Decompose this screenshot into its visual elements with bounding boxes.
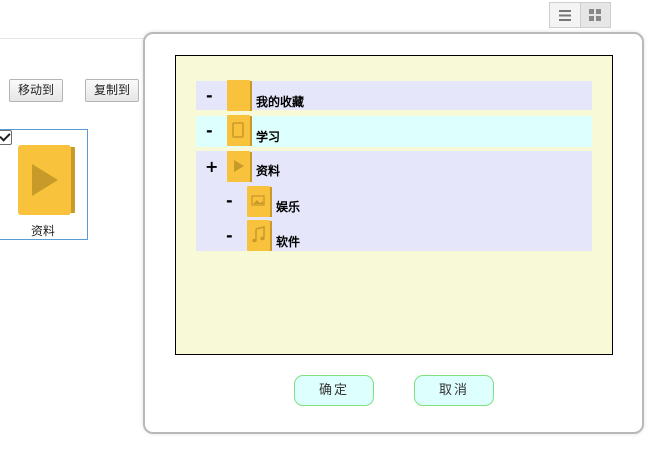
copy-to-button[interactable]: 复制到 xyxy=(85,79,140,102)
image-folder-icon xyxy=(247,186,272,217)
collapse-toggle[interactable]: - xyxy=(206,88,213,104)
confirm-button[interactable]: 确定 xyxy=(294,375,374,406)
grid-icon xyxy=(589,9,602,21)
tree-label: 资料 xyxy=(256,164,281,178)
video-folder-icon xyxy=(227,151,252,182)
music-folder-icon xyxy=(247,220,272,251)
move-to-button[interactable]: 移动到 xyxy=(9,79,64,102)
document-folder-icon xyxy=(227,115,252,146)
grid-view-button[interactable] xyxy=(579,3,610,27)
tree-label: 娱乐 xyxy=(276,200,301,214)
expand-toggle[interactable]: + xyxy=(205,159,218,175)
list-icon xyxy=(558,9,571,21)
header-divider xyxy=(0,38,150,39)
tree-label: 学习 xyxy=(256,130,281,144)
list-view-button[interactable] xyxy=(550,3,580,27)
collapse-toggle[interactable]: - xyxy=(226,193,233,209)
view-switcher xyxy=(549,2,611,28)
file-checkbox[interactable] xyxy=(0,130,12,145)
file-name: 资料 xyxy=(30,224,55,238)
collapse-toggle[interactable]: - xyxy=(206,123,213,139)
tree-label: 我的收藏 xyxy=(256,95,305,109)
collapse-toggle[interactable]: - xyxy=(226,228,233,244)
tree-label: 软件 xyxy=(276,235,301,249)
cancel-button[interactable]: 取消 xyxy=(414,375,494,406)
folder-icon xyxy=(227,80,252,111)
video-folder-icon xyxy=(18,145,75,215)
